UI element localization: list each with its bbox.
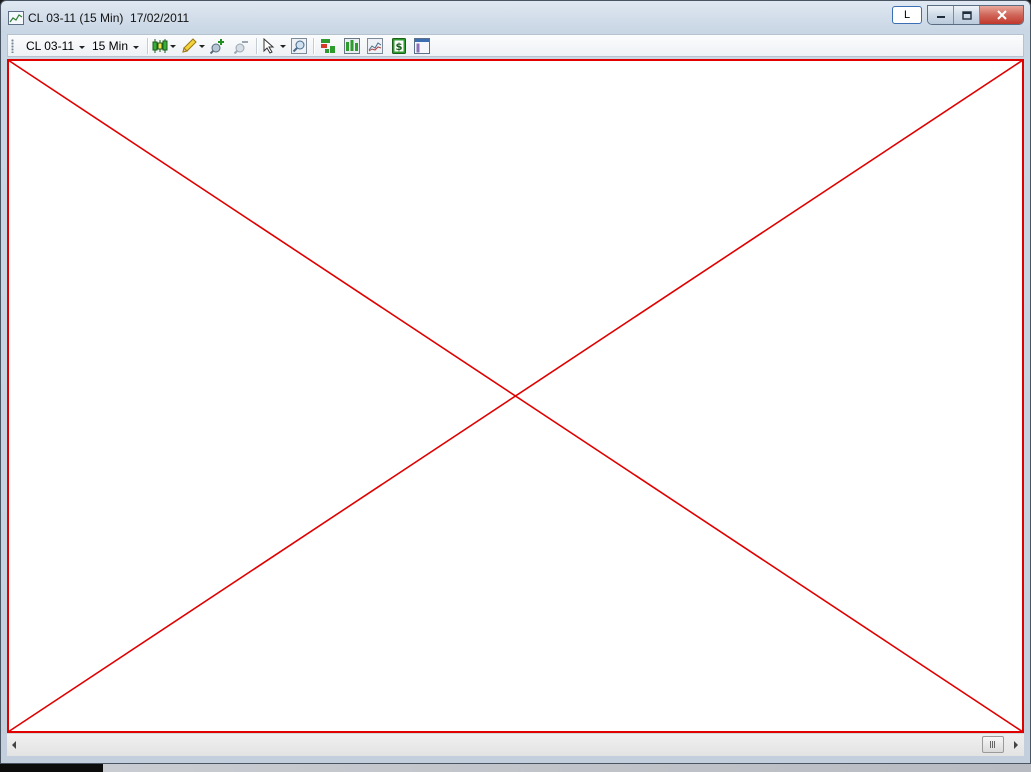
- instrument-selector[interactable]: CL 03-11: [26, 38, 86, 54]
- horizontal-scrollbar[interactable]: [7, 733, 1024, 756]
- interval-value: 15 Min: [92, 39, 129, 53]
- indicators-icon[interactable]: [320, 38, 336, 54]
- minimize-button[interactable]: [928, 6, 954, 24]
- chart-canvas[interactable]: [7, 59, 1024, 733]
- dollar-pnl-icon[interactable]: $: [391, 38, 407, 54]
- scroll-right-icon[interactable]: [1014, 741, 1018, 749]
- data-box-icon[interactable]: [414, 38, 430, 54]
- svg-text:$: $: [396, 42, 403, 53]
- magnifier-icon[interactable]: [291, 38, 307, 54]
- chevron-down-icon: [133, 45, 140, 49]
- candlestick-chart-icon[interactable]: [152, 38, 168, 54]
- toolbar-separator: [256, 38, 258, 54]
- chart-properties-icon[interactable]: [367, 38, 383, 54]
- cursor-select-icon[interactable]: [262, 37, 278, 54]
- restore-button[interactable]: [954, 6, 980, 24]
- close-button[interactable]: [980, 6, 1023, 24]
- window-controls: [927, 5, 1024, 25]
- restore-icon: [961, 10, 972, 20]
- strategies-icon[interactable]: [344, 38, 360, 54]
- zoom-out-icon[interactable]: [233, 38, 250, 55]
- chart-toolbar: CL 03-11 15 Min $: [7, 34, 1024, 57]
- chart-window: CL 03-11 (15 Min) 17/02/2011 L CL 03-11 …: [0, 0, 1031, 764]
- toolbar-separator: [147, 38, 149, 54]
- scroll-thumb-grip-icon: [990, 741, 996, 748]
- caption-buttons: L: [892, 5, 1024, 25]
- window-title: CL 03-11 (15 Min) 17/02/2011: [28, 11, 190, 25]
- interval-selector[interactable]: 15 Min: [92, 38, 140, 54]
- minimize-icon: [936, 16, 945, 18]
- close-icon: [996, 10, 1007, 20]
- chevron-down-icon[interactable]: [280, 45, 286, 48]
- scroll-left-icon[interactable]: [12, 741, 16, 749]
- instrument-value: CL 03-11: [26, 39, 75, 53]
- chevron-down-icon: [79, 45, 86, 49]
- chart-window-icon: [8, 10, 24, 25]
- link-button[interactable]: L: [892, 6, 922, 24]
- chevron-down-icon[interactable]: [199, 45, 205, 48]
- title-bar[interactable]: CL 03-11 (15 Min) 17/02/2011 L: [1, 1, 1030, 33]
- pencil-drawing-icon[interactable]: [181, 38, 197, 54]
- toolbar-grip-icon[interactable]: [11, 39, 14, 53]
- toolbar-separator: [313, 38, 315, 54]
- chart-error-cross: [7, 59, 1024, 733]
- zoom-in-icon[interactable]: [209, 38, 226, 55]
- scroll-thumb[interactable]: [982, 736, 1004, 753]
- chevron-down-icon[interactable]: [170, 45, 176, 48]
